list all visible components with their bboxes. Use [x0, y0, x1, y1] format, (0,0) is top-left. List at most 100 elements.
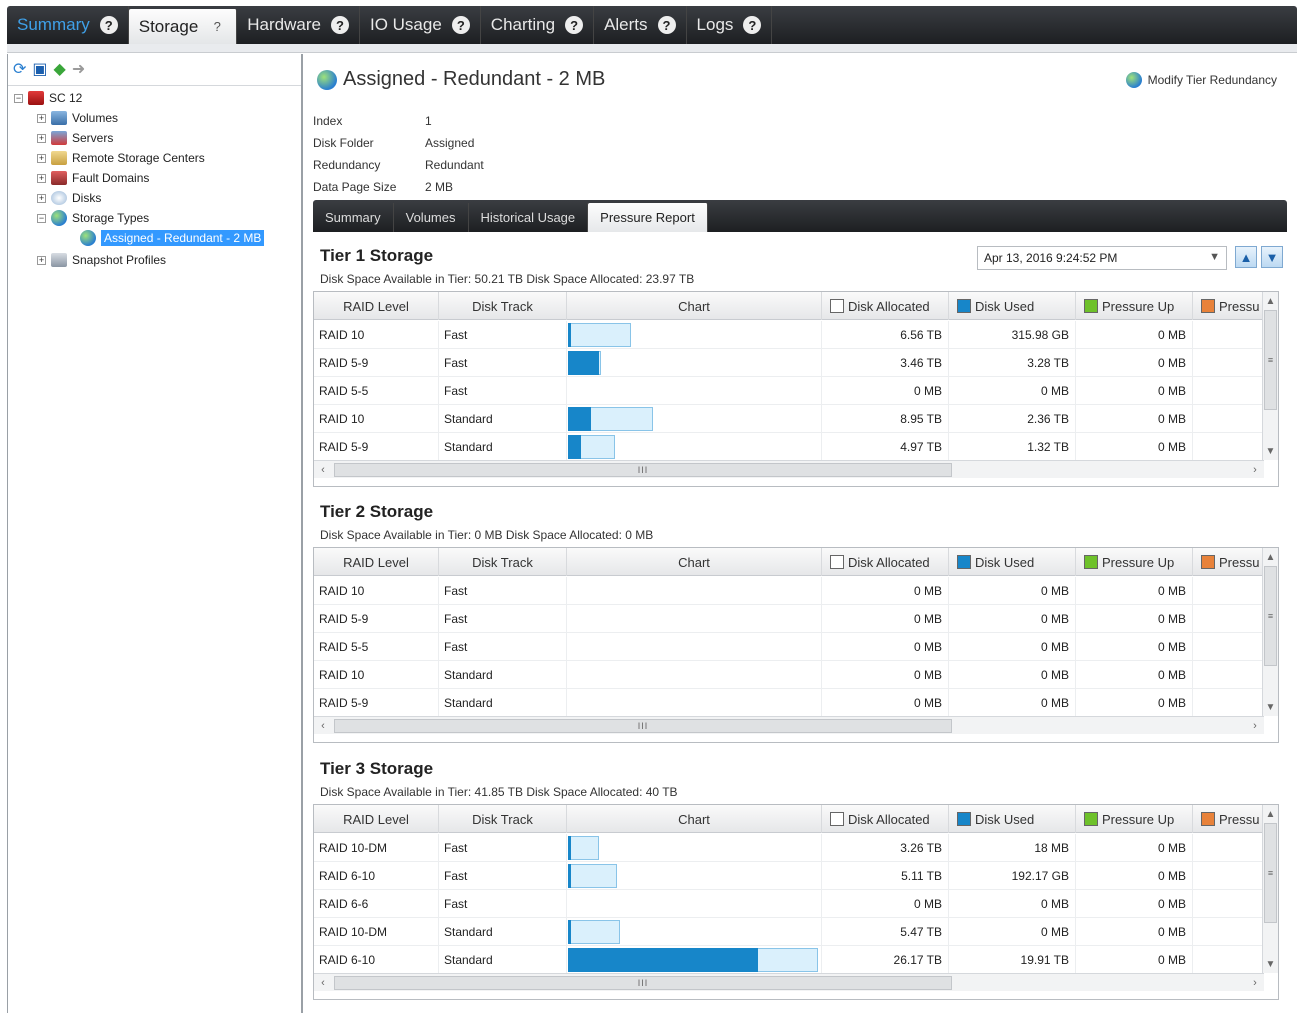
column-header[interactable]: Pressure Up	[1076, 292, 1193, 320]
subtab-historical-usage[interactable]: Historical Usage	[469, 203, 589, 232]
column-header[interactable]: Chart	[567, 548, 822, 576]
scroll-left-icon[interactable]: ‹	[315, 718, 331, 734]
column-header[interactable]: Pressure Up	[1076, 548, 1193, 576]
column-header[interactable]: Disk Allocated	[822, 292, 949, 320]
table-row[interactable]: RAID 10 Fast 0 MB 0 MB 0 MB	[314, 577, 1264, 605]
table-row[interactable]: RAID 5-5 Fast 0 MB 0 MB 0 MB	[314, 633, 1264, 661]
table-row[interactable]: RAID 5-9 Standard 4.97 TB 1.32 TB 0 MB	[314, 433, 1264, 461]
scroll-thumb[interactable]: III	[334, 719, 952, 733]
help-icon[interactable]: ?	[451, 16, 470, 34]
collapse-icon[interactable]: −	[14, 93, 23, 103]
column-header[interactable]: Chart	[567, 292, 822, 320]
column-header[interactable]: Chart	[567, 805, 822, 833]
table-row[interactable]: RAID 6-10 Fast 5.11 TB 192.17 GB 0 MB	[314, 862, 1264, 890]
tree-item-volumes[interactable]: + Volumes	[37, 108, 118, 128]
forward-arrow-icon[interactable]: ➜	[72, 61, 85, 78]
scroll-up-icon[interactable]: ▲	[1263, 549, 1278, 565]
tab-hardware[interactable]: Hardware ?	[237, 6, 360, 44]
scroll-left-icon[interactable]: ‹	[315, 975, 331, 991]
column-header[interactable]: Pressu	[1193, 548, 1264, 576]
tree-root-sc12[interactable]: − SC 12	[14, 88, 82, 108]
table-row[interactable]: RAID 10-DM Fast 3.26 TB 18 MB 0 MB	[314, 834, 1264, 862]
refresh-icon[interactable]: ⟳	[13, 61, 26, 78]
help-icon[interactable]: ?	[330, 16, 349, 34]
scroll-right-icon[interactable]: ›	[1247, 462, 1263, 478]
column-header[interactable]: Disk Track	[439, 805, 567, 833]
horizontal-scrollbar[interactable]: ‹ III ›	[314, 973, 1264, 991]
table-row[interactable]: RAID 6-6 Fast 0 MB 0 MB 0 MB	[314, 890, 1264, 918]
scroll-down-icon[interactable]: ▼	[1263, 699, 1278, 715]
scroll-right-icon[interactable]: ›	[1247, 975, 1263, 991]
expand-icon[interactable]: +	[37, 153, 46, 163]
expand-icon[interactable]: +	[37, 173, 46, 183]
modify-tier-redundancy-button[interactable]: Modify Tier Redundancy	[1125, 72, 1277, 88]
collapse-icon[interactable]: −	[37, 213, 46, 223]
scroll-down-icon[interactable]: ▼	[1263, 443, 1278, 459]
tree-item-storage-types[interactable]: − Storage Types	[37, 208, 149, 228]
table-row[interactable]: RAID 5-9 Fast 3.46 TB 3.28 TB 0 MB	[314, 349, 1264, 377]
scroll-right-icon[interactable]: ›	[1247, 718, 1263, 734]
horizontal-scrollbar[interactable]: ‹ III ›	[314, 716, 1264, 734]
expand-icon[interactable]: +	[37, 133, 46, 143]
table-row[interactable]: RAID 10 Standard 8.95 TB 2.36 TB 0 MB	[314, 405, 1264, 433]
vertical-scrollbar[interactable]: ▲ ≡ ▼	[1262, 805, 1278, 973]
table-row[interactable]: RAID 10-DM Standard 5.47 TB 0 MB 0 MB	[314, 918, 1264, 946]
tab-logs[interactable]: Logs ?	[687, 6, 773, 44]
column-header[interactable]: RAID Level	[314, 805, 439, 833]
subtab-volumes[interactable]: Volumes	[394, 203, 469, 232]
column-header[interactable]: Disk Allocated	[822, 805, 949, 833]
tab-charting[interactable]: Charting ?	[481, 6, 595, 44]
scroll-thumb[interactable]: III	[334, 976, 952, 990]
tab-storage[interactable]: Storage ?	[128, 9, 238, 44]
tree-item-remote-storage-centers[interactable]: + Remote Storage Centers	[37, 148, 205, 168]
tree-item-disks[interactable]: + Disks	[37, 188, 101, 208]
column-header[interactable]: Disk Allocated	[822, 548, 949, 576]
column-header[interactable]: Disk Track	[439, 292, 567, 320]
expand-icon[interactable]: +	[37, 193, 46, 203]
tab-alerts[interactable]: Alerts ?	[594, 6, 687, 44]
help-icon[interactable]: ?	[565, 16, 584, 34]
help-icon[interactable]: ?	[657, 16, 676, 34]
vertical-scrollbar[interactable]: ▲ ≡ ▼	[1262, 292, 1278, 460]
scroll-thumb[interactable]: III	[334, 463, 952, 477]
table-row[interactable]: RAID 5-9 Fast 0 MB 0 MB 0 MB	[314, 605, 1264, 633]
scroll-up-icon[interactable]: ▲	[1263, 806, 1278, 822]
save-icon[interactable]: ▣	[32, 61, 47, 78]
table-row[interactable]: RAID 5-9 Standard 0 MB 0 MB 0 MB	[314, 689, 1264, 717]
column-header[interactable]: Disk Track	[439, 548, 567, 576]
column-header[interactable]: Pressu	[1193, 292, 1264, 320]
tab-summary[interactable]: Summary ?	[7, 6, 129, 44]
subtab-pressure-report[interactable]: Pressure Report	[588, 203, 708, 232]
column-header[interactable]: RAID Level	[314, 548, 439, 576]
tree-item-servers[interactable]: + Servers	[37, 128, 113, 148]
help-icon[interactable]: ?	[743, 16, 762, 34]
tree-item-snapshot-profiles[interactable]: + Snapshot Profiles	[37, 250, 166, 270]
table-row[interactable]: RAID 10 Standard 0 MB 0 MB 0 MB	[314, 661, 1264, 689]
expand-icon[interactable]: +	[37, 255, 46, 265]
vertical-scrollbar[interactable]: ▲ ≡ ▼	[1262, 548, 1278, 716]
scroll-left-icon[interactable]: ‹	[315, 462, 331, 478]
column-header[interactable]: Disk Used	[949, 548, 1076, 576]
scroll-thumb[interactable]: ≡	[1264, 823, 1277, 923]
table-row[interactable]: RAID 5-5 Fast 0 MB 0 MB 0 MB	[314, 377, 1264, 405]
column-header[interactable]: RAID Level	[314, 292, 439, 320]
scroll-thumb[interactable]: ≡	[1264, 310, 1277, 410]
expand-icon[interactable]: +	[37, 113, 46, 123]
subtab-summary[interactable]: Summary	[313, 203, 394, 232]
column-header[interactable]: Pressu	[1193, 805, 1264, 833]
help-icon[interactable]: ?	[208, 18, 226, 36]
tree-item-fault-domains[interactable]: + Fault Domains	[37, 168, 149, 188]
column-header[interactable]: Disk Used	[949, 805, 1076, 833]
tree-item-assigned-redundant[interactable]: Assigned - Redundant - 2 MB	[80, 228, 265, 248]
tab-io-usage[interactable]: IO Usage ?	[360, 6, 481, 44]
help-icon[interactable]: ?	[99, 16, 118, 34]
scroll-up-icon[interactable]: ▲	[1263, 293, 1278, 309]
horizontal-scrollbar[interactable]: ‹ III ›	[314, 460, 1264, 478]
scroll-down-icon[interactable]: ▼	[1263, 956, 1278, 972]
table-row[interactable]: RAID 10 Fast 6.56 TB 315.98 GB 0 MB	[314, 321, 1264, 349]
column-header[interactable]: Disk Used	[949, 292, 1076, 320]
table-row[interactable]: RAID 6-10 Standard 26.17 TB 19.91 TB 0 MB	[314, 946, 1264, 974]
scroll-thumb[interactable]: ≡	[1264, 566, 1277, 666]
column-header[interactable]: Pressure Up	[1076, 805, 1193, 833]
back-arrow-icon[interactable]: ◆	[54, 61, 66, 78]
